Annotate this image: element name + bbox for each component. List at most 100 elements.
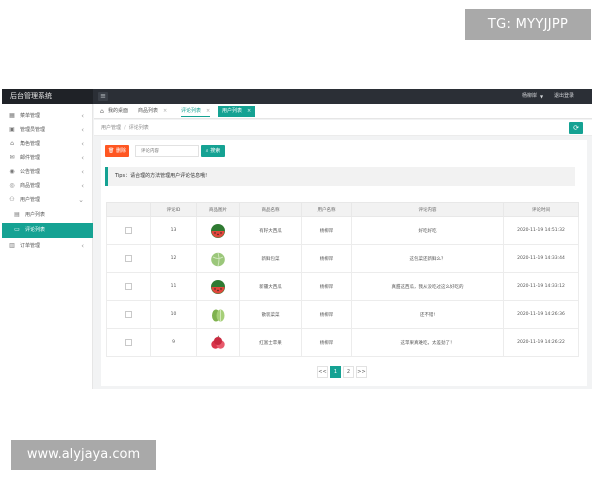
close-icon[interactable]: × bbox=[163, 108, 167, 114]
chevron-left-icon: ‹ bbox=[81, 140, 84, 148]
screenshot-canvas: TG: MYYJJPP www.alyjaya.com 后台管理系统 ≡ 杨柳岸… bbox=[0, 0, 600, 480]
tips-banner: Tips：请合理的方法管理用户评论信息哦! bbox=[105, 167, 575, 186]
comment-id: 9 bbox=[150, 328, 197, 357]
page-2-button[interactable]: 2 bbox=[343, 366, 354, 378]
column-header[interactable]: 评论时间 bbox=[503, 202, 579, 217]
watermark-bottom: www.alyjaya.com bbox=[11, 440, 156, 470]
eye-icon: ◉ bbox=[9, 168, 15, 175]
tab-comment-list[interactable]: 评论列表 × bbox=[181, 106, 211, 117]
user-name: 杨柳岸 bbox=[301, 300, 352, 329]
top-header: 后台管理系统 ≡ 杨柳岸 ▼ 退出登录 bbox=[2, 89, 592, 104]
column-header: 商品图片 bbox=[196, 202, 240, 217]
sidebar-item-label: 邮件管理 bbox=[20, 155, 41, 161]
tab-label: 用户列表 bbox=[222, 108, 243, 114]
next-page-button[interactable]: >> bbox=[356, 366, 367, 378]
trash-icon: 🗑 bbox=[108, 148, 115, 154]
cart-icon: ▥ bbox=[9, 242, 15, 249]
tab-label: 评论列表 bbox=[181, 108, 202, 114]
product-name: 新鲜包菜 bbox=[239, 244, 302, 273]
product-image-cell bbox=[196, 272, 240, 301]
comment-time: 2020-11-19 14:26:36 bbox=[503, 300, 579, 329]
sidebar-item-roles[interactable]: ⌂ 角色管理 ‹ bbox=[2, 137, 93, 151]
row-checkbox[interactable] bbox=[125, 255, 132, 262]
table-row[interactable]: 13 有籽大西瓜 杨柳岸 好吃好吃 2020-11-19 14:51:32 bbox=[106, 216, 579, 245]
sidebar-item-label: 评论列表 bbox=[25, 227, 46, 233]
sidebar-item-mail[interactable]: ✉ 邮件管理 ‹ bbox=[2, 151, 93, 165]
row-checkbox-cell bbox=[106, 244, 151, 273]
sidebar-item-notices[interactable]: ◉ 公告管理 ‹ bbox=[2, 165, 93, 179]
product-name: 散装菜菜 bbox=[239, 300, 302, 329]
chevron-left-icon: ‹ bbox=[81, 182, 84, 190]
breadcrumb-bar: 用户管理 / 评论列表 ⟳ bbox=[94, 120, 592, 136]
doc-icon: ▤ bbox=[14, 211, 20, 218]
breadcrumb-separator: / bbox=[124, 125, 126, 131]
chevron-left-icon: ‹ bbox=[81, 242, 84, 250]
prev-page-button[interactable]: << bbox=[317, 366, 328, 378]
brand-title: 后台管理系统 bbox=[2, 89, 93, 104]
sidebar-item-admins[interactable]: ▣ 管理员管理 ‹ bbox=[2, 123, 93, 137]
sidebar-item-orders[interactable]: ▥ 订单管理 ‹ bbox=[2, 239, 93, 253]
row-checkbox[interactable] bbox=[125, 339, 132, 346]
watermark-top: TG: MYYJJPP bbox=[465, 9, 591, 40]
sidebar-item-user-list[interactable]: ▤ 用户列表 bbox=[2, 208, 93, 222]
comment-icon: ▭ bbox=[14, 226, 20, 233]
comment-content: 还不错! bbox=[351, 300, 504, 329]
delete-button[interactable]: 🗑 删除 bbox=[105, 145, 129, 157]
chevron-left-icon: ‹ bbox=[81, 126, 84, 134]
sidebar-item-label: 菜单管理 bbox=[20, 113, 41, 119]
product-image-cell bbox=[196, 244, 240, 273]
row-checkbox-cell bbox=[106, 272, 151, 301]
sidebar-item-menu[interactable]: ▦ 菜单管理 ‹ bbox=[2, 109, 93, 123]
column-header: 评论内容 bbox=[351, 202, 504, 217]
sidebar-item-comment-list[interactable]: ▭ 评论列表 bbox=[2, 223, 93, 238]
close-icon[interactable]: × bbox=[247, 108, 251, 114]
breadcrumb-parent[interactable]: 用户管理 bbox=[101, 125, 121, 131]
comment-time: 2020-11-19 14:51:32 bbox=[503, 216, 579, 245]
mail-icon: ✉ bbox=[9, 154, 15, 161]
user-icon: ▣ bbox=[9, 126, 15, 133]
comment-content: 好吃好吃 bbox=[351, 216, 504, 245]
table-row[interactable]: 9 红富士苹果 杨柳岸 这苹果真难吃，太差劲了！ 2020-11-19 14:2… bbox=[106, 328, 579, 357]
watermelon-image bbox=[211, 279, 225, 294]
product-image-cell bbox=[196, 216, 240, 245]
table-row[interactable]: 12 新鲜包菜 杨柳岸 这包菜还新鲜么？ 2020-11-19 14:33:44 bbox=[106, 244, 579, 273]
search-button[interactable]: ⌕ 搜索 bbox=[201, 145, 225, 157]
row-checkbox[interactable] bbox=[125, 311, 132, 318]
logout-link[interactable]: 退出登录 bbox=[554, 89, 574, 104]
sidebar-item-goods[interactable]: ◎ 商品管理 ‹ bbox=[2, 179, 93, 193]
chevron-left-icon: ‹ bbox=[81, 168, 84, 176]
page-1-button[interactable]: 1 bbox=[330, 366, 341, 378]
comments-table: 评论ID 商品图片 商品名称 用户名称 评论内容 评论时间 13 有籽大西瓜 杨… bbox=[106, 202, 579, 357]
refresh-icon[interactable]: ⟳ bbox=[569, 122, 583, 134]
tab-bar: ⌂ 我的桌面 商品列表 × 评论列表 × 用户列表 × bbox=[94, 104, 592, 119]
table-row[interactable]: 10 散装菜菜 杨柳岸 还不错! 2020-11-19 14:26:36 bbox=[106, 300, 579, 329]
sidebar-item-label: 用户管理 bbox=[20, 197, 41, 203]
row-checkbox[interactable] bbox=[125, 227, 132, 234]
tab-desktop[interactable]: 我的桌面 bbox=[108, 106, 128, 117]
product-image-cell bbox=[196, 328, 240, 357]
home-icon: ⌂ bbox=[100, 108, 104, 115]
close-icon[interactable]: × bbox=[206, 108, 210, 114]
table-row[interactable]: 11 新疆大西瓜 杨柳岸 真甜这西瓜，我从没吃过这么好吃的 2020-11-19… bbox=[106, 272, 579, 301]
user-name: 杨柳岸 bbox=[301, 244, 352, 273]
column-header[interactable]: 评论ID bbox=[150, 202, 197, 217]
sidebar-item-users[interactable]: ⚇ 用户管理 ⌄ bbox=[2, 193, 93, 207]
tab-goods-list[interactable]: 商品列表 × bbox=[138, 106, 167, 117]
watermelon-image bbox=[211, 223, 225, 238]
row-checkbox[interactable] bbox=[125, 283, 132, 290]
globe-icon: ◎ bbox=[9, 182, 15, 189]
search-label: 搜索 bbox=[210, 148, 221, 154]
caret-down-icon[interactable]: ▼ bbox=[540, 89, 543, 104]
hamburger-icon[interactable]: ≡ bbox=[98, 92, 108, 101]
user-menu[interactable]: 杨柳岸 bbox=[522, 89, 537, 104]
breadcrumb-current: 评论列表 bbox=[128, 125, 149, 131]
comment-time: 2020-11-19 14:33:44 bbox=[503, 244, 579, 273]
sidebar-item-label: 公告管理 bbox=[20, 169, 41, 175]
search-input[interactable] bbox=[135, 145, 199, 157]
breadcrumb: 用户管理 / 评论列表 bbox=[101, 120, 149, 136]
comment-content: 真甜这西瓜，我从没吃过这么好吃的 bbox=[351, 272, 504, 301]
tab-user-list[interactable]: 用户列表 × bbox=[218, 106, 256, 117]
row-checkbox-cell bbox=[106, 328, 151, 357]
search-icon: ⌕ bbox=[205, 148, 209, 154]
admin-app-window: 后台管理系统 ≡ 杨柳岸 ▼ 退出登录 ▦ 菜单管理 ‹ ▣ 管理员管理 ‹ ⌂… bbox=[2, 89, 592, 389]
